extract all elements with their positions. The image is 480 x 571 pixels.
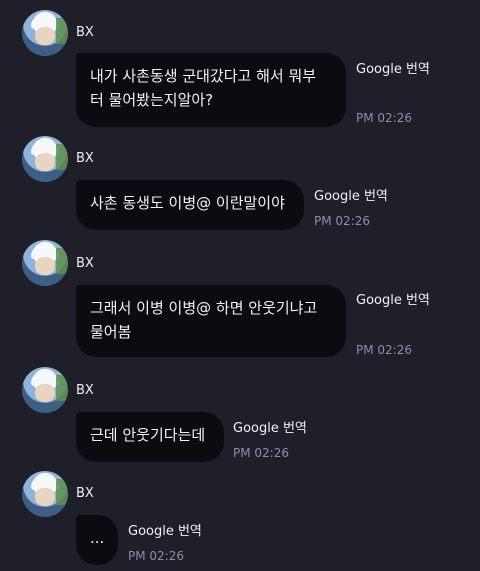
message-line: ... <box>90 529 105 547</box>
message-bubble[interactable]: 내가 사촌동생 군대갔다고 해서 뭐부 터 물어봤는지알아? <box>76 53 346 127</box>
sender-name: BX <box>76 256 94 271</box>
message-bubble[interactable]: 사촌 동생도 이병@ 이란말이야 <box>76 180 304 230</box>
message-line: 근데 안웃기다는데 <box>90 426 206 444</box>
avatar[interactable] <box>22 471 68 517</box>
google-translate-link[interactable]: Google 번역 <box>356 289 430 308</box>
google-translate-link[interactable]: Google 번역 <box>314 185 388 204</box>
message-line: 사촌 동생도 이병@ 이란말이야 <box>90 194 285 212</box>
google-translate-link[interactable]: Google 번역 <box>128 520 202 539</box>
timestamp: PM 02:26 <box>233 446 289 460</box>
avatar[interactable] <box>22 240 68 286</box>
message-line: 물어봄 <box>90 323 132 341</box>
message-bubble[interactable]: ... <box>76 515 118 565</box>
google-translate-link[interactable]: Google 번역 <box>356 58 430 77</box>
message-bubble[interactable]: 근데 안웃기다는데 <box>76 412 224 462</box>
message-line: 내가 사촌동생 군대갔다고 해서 뭐부 <box>90 67 317 85</box>
avatar[interactable] <box>22 367 68 413</box>
sender-name: BX <box>76 25 94 40</box>
message-line: 그래서 이병 이병@ 하면 안웃기냐고 <box>90 299 318 317</box>
timestamp: PM 02:26 <box>128 549 184 563</box>
message-line: 터 물어봤는지알아? <box>90 91 214 109</box>
timestamp: PM 02:26 <box>356 343 412 357</box>
message-bubble[interactable]: 그래서 이병 이병@ 하면 안웃기냐고 물어봄 <box>76 285 346 357</box>
google-translate-link[interactable]: Google 번역 <box>233 417 307 436</box>
avatar[interactable] <box>22 136 68 182</box>
sender-name: BX <box>76 151 94 166</box>
sender-name: BX <box>76 383 94 398</box>
sender-name: BX <box>76 486 94 501</box>
avatar[interactable] <box>22 10 68 56</box>
timestamp: PM 02:26 <box>356 111 412 125</box>
timestamp: PM 02:26 <box>314 214 370 228</box>
